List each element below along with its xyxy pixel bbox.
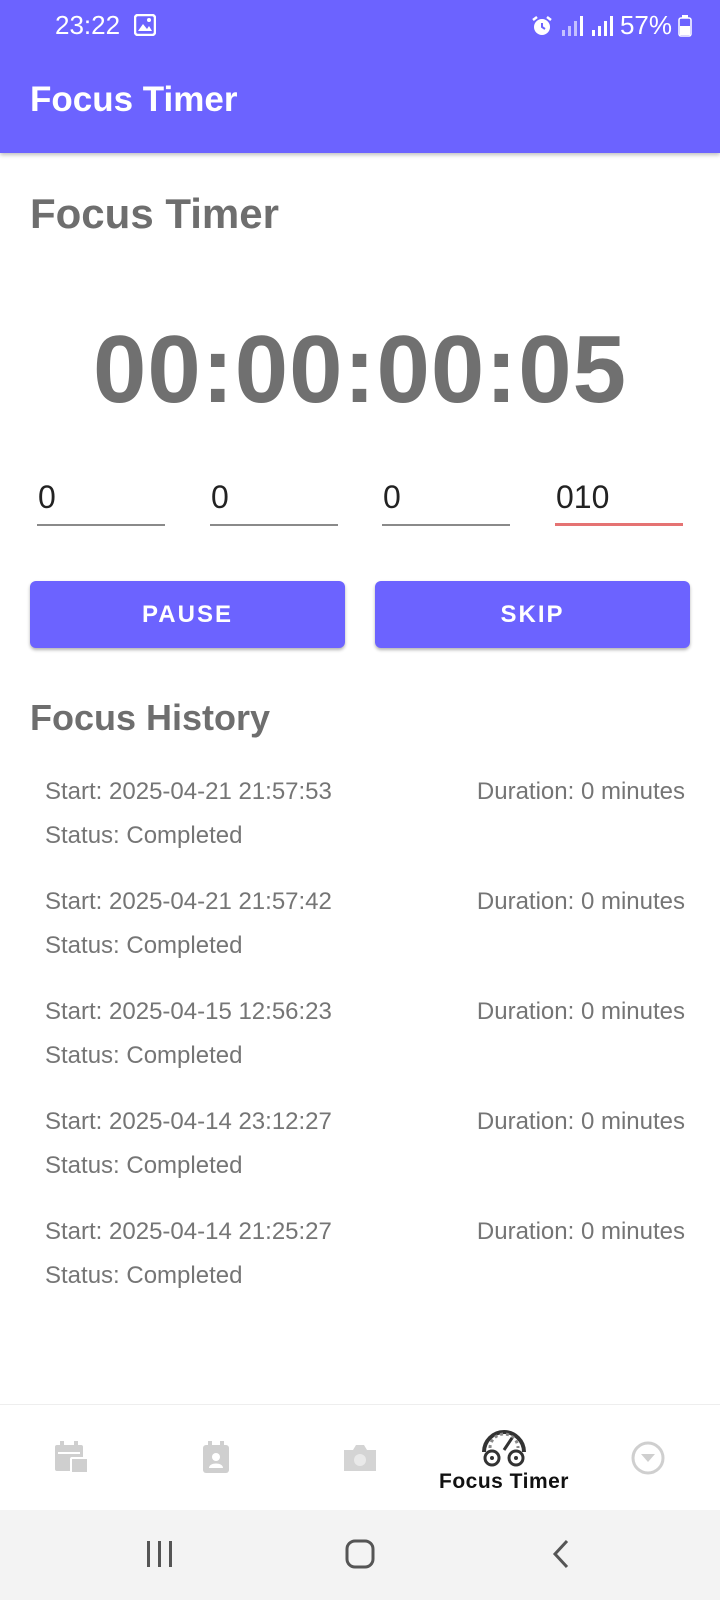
signal-icon-2	[591, 15, 613, 36]
history-duration: Duration: 0 minutes	[476, 1218, 685, 1245]
history-start: Start: 2025-04-21 21:57:42	[45, 888, 332, 915]
history-item: Start: 2025-04-14 23:12:27 Duration: 0 m…	[45, 1100, 685, 1210]
history-title: Focus History	[30, 697, 271, 738]
page-title: Focus Timer	[30, 190, 279, 237]
nav-label-focus-timer: Focus Timer	[439, 1470, 569, 1493]
bottom-nav: Focus Timer	[0, 1404, 720, 1510]
battery-percent: 57%	[619, 10, 672, 40]
history-status: Status: Completed	[45, 1042, 243, 1069]
history-start: Start: 2025-04-14 23:12:27	[45, 1108, 332, 1135]
history-status: Status: Completed	[45, 1152, 243, 1179]
battery-icon	[678, 14, 692, 37]
history-start: Start: 2025-04-21 21:57:53	[45, 778, 332, 805]
history-list: Start: 2025-04-21 21:57:53 Duration: 0 m…	[45, 770, 685, 1320]
timer-display: 00:00:00:05	[92, 316, 628, 423]
back-icon[interactable]	[550, 1538, 572, 1570]
app-bar: 23:22 57% Focus Timer	[0, 0, 720, 153]
history-duration: Duration: 0 minutes	[476, 998, 685, 1025]
hours-input[interactable]: 0	[210, 470, 338, 526]
nav-item-more[interactable]	[612, 1405, 684, 1511]
history-item: Start: 2025-04-15 12:56:23 Duration: 0 m…	[45, 990, 685, 1100]
history-duration: Duration: 0 minutes	[476, 1108, 685, 1135]
contacts-icon	[203, 1441, 229, 1473]
chevron-down-circle-icon	[631, 1441, 665, 1475]
system-nav-bar	[0, 1510, 720, 1600]
history-item: Start: 2025-04-14 21:25:27 Duration: 0 m…	[45, 1210, 685, 1320]
nav-item-contacts[interactable]	[180, 1405, 252, 1511]
nav-item-focus-timer[interactable]: Focus Timer	[430, 1405, 578, 1511]
skip-button[interactable]: SKIP	[375, 581, 690, 648]
history-duration: Duration: 0 minutes	[476, 778, 685, 805]
status-time: 23:22	[55, 10, 121, 40]
app-title: Focus Timer	[30, 80, 238, 119]
recent-apps-icon[interactable]	[145, 1538, 175, 1570]
history-status: Status: Completed	[45, 1262, 243, 1289]
calendar-icon	[55, 1441, 89, 1474]
days-input[interactable]: 0	[37, 470, 165, 526]
seconds-input[interactable]: 010	[555, 470, 683, 526]
home-icon[interactable]	[344, 1538, 376, 1570]
minutes-input[interactable]: 0	[382, 470, 510, 526]
history-item: Start: 2025-04-21 21:57:42 Duration: 0 m…	[45, 880, 685, 990]
status-bar: 23:22 57%	[0, 0, 720, 52]
signal-icon	[561, 15, 583, 36]
nav-item-camera[interactable]	[324, 1405, 396, 1511]
pause-button[interactable]: PAUSE	[30, 581, 345, 648]
history-item: Start: 2025-04-21 21:57:53 Duration: 0 m…	[45, 770, 685, 880]
nav-item-calendar[interactable]	[36, 1405, 108, 1511]
gallery-icon	[134, 14, 156, 36]
alarm-icon	[532, 15, 552, 35]
history-start: Start: 2025-04-14 21:25:27	[45, 1218, 332, 1245]
speedometer-icon	[482, 1430, 526, 1467]
status-icons: 57%	[530, 10, 692, 41]
history-duration: Duration: 0 minutes	[476, 888, 685, 915]
history-status: Status: Completed	[45, 932, 243, 959]
history-start: Start: 2025-04-15 12:56:23	[45, 998, 332, 1025]
history-status: Status: Completed	[45, 822, 243, 849]
camera-icon	[344, 1445, 376, 1471]
